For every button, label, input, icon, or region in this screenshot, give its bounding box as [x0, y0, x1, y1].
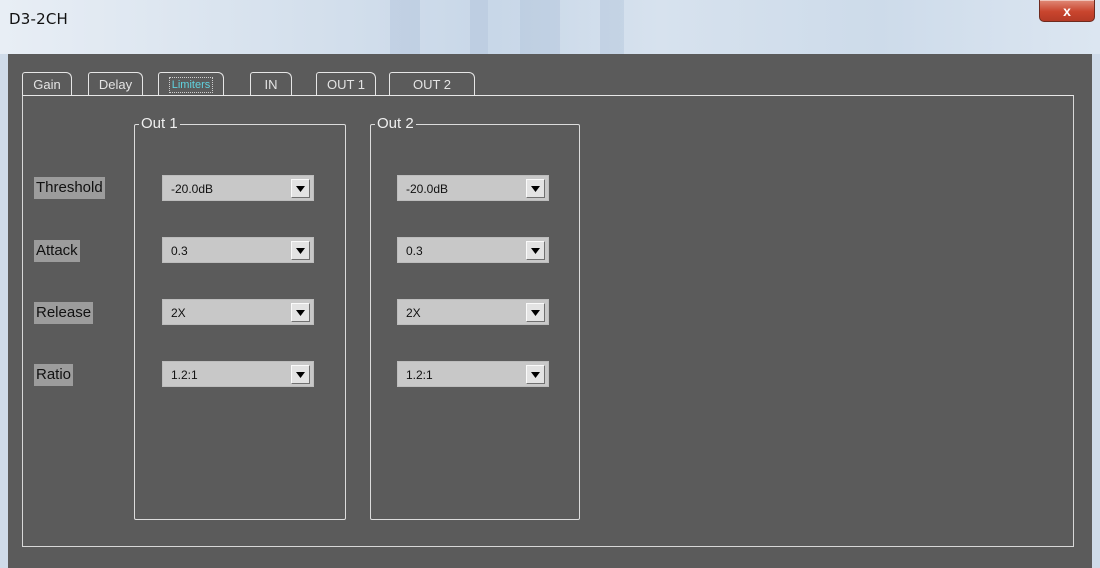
tab-label: Gain	[33, 77, 61, 92]
title-bar-decoration	[520, 0, 560, 54]
tab-out-1[interactable]: OUT 1	[316, 72, 376, 96]
select-value: 0.3	[171, 244, 188, 258]
out-1-threshold-select[interactable]: -20.0dB	[162, 175, 314, 201]
tab-label: IN	[264, 77, 278, 92]
select-value: -20.0dB	[406, 182, 449, 196]
out-2-attack-select[interactable]: 0.3	[397, 237, 549, 263]
select-value: 0.3	[406, 244, 423, 258]
window-title: D3-2CH	[9, 10, 69, 28]
title-bar-decoration	[390, 0, 420, 54]
tab-label: Delay	[98, 77, 133, 92]
title-bar-decoration	[600, 0, 624, 54]
chevron-down-icon[interactable]	[526, 241, 545, 260]
out-1-ratio-select[interactable]: 1.2:1	[162, 361, 314, 387]
tab-label: OUT 1	[326, 77, 366, 92]
release-label: Release	[34, 302, 94, 324]
select-value: 1.2:1	[171, 368, 198, 382]
out-1-attack-select[interactable]: 0.3	[162, 237, 314, 263]
chevron-down-icon[interactable]	[526, 303, 545, 322]
tab-label: OUT 2	[412, 77, 452, 92]
tab-in[interactable]: IN	[250, 72, 292, 96]
out-2-ratio-select[interactable]: 1.2:1	[397, 361, 549, 387]
threshold-label: Threshold	[34, 177, 105, 199]
chevron-down-icon[interactable]	[291, 303, 310, 322]
chevron-down-icon[interactable]	[526, 179, 545, 198]
group-legend: Out 2	[375, 115, 416, 133]
chevron-down-icon[interactable]	[291, 365, 310, 384]
tab-gain[interactable]: Gain	[22, 72, 72, 96]
select-value: 2X	[406, 306, 421, 320]
app-window: D3-2CH x Gain Delay Limiters IN OUT 1 OU…	[0, 0, 1100, 568]
out-1-release-select[interactable]: 2X	[162, 299, 314, 325]
ratio-label: Ratio	[34, 364, 74, 386]
close-icon: x	[1063, 2, 1071, 19]
attack-label: Attack	[34, 240, 80, 262]
close-button[interactable]: x	[1039, 0, 1095, 22]
tab-out-2[interactable]: OUT 2	[389, 72, 475, 96]
out-2-threshold-select[interactable]: -20.0dB	[397, 175, 549, 201]
select-value: 1.2:1	[406, 368, 433, 382]
title-bar[interactable]: D3-2CH x	[0, 0, 1100, 54]
window-frame-right	[1092, 54, 1100, 568]
tab-delay[interactable]: Delay	[88, 72, 143, 96]
tab-label: Limiters	[168, 76, 214, 93]
chevron-down-icon[interactable]	[526, 365, 545, 384]
select-value: -20.0dB	[171, 182, 214, 196]
chevron-down-icon[interactable]	[291, 179, 310, 198]
group-legend: Out 1	[139, 115, 180, 133]
chevron-down-icon[interactable]	[291, 241, 310, 260]
window-frame-left	[0, 54, 8, 568]
out-2-release-select[interactable]: 2X	[397, 299, 549, 325]
title-bar-decoration	[470, 0, 488, 54]
tab-limiters[interactable]: Limiters	[158, 72, 224, 96]
select-value: 2X	[171, 306, 186, 320]
